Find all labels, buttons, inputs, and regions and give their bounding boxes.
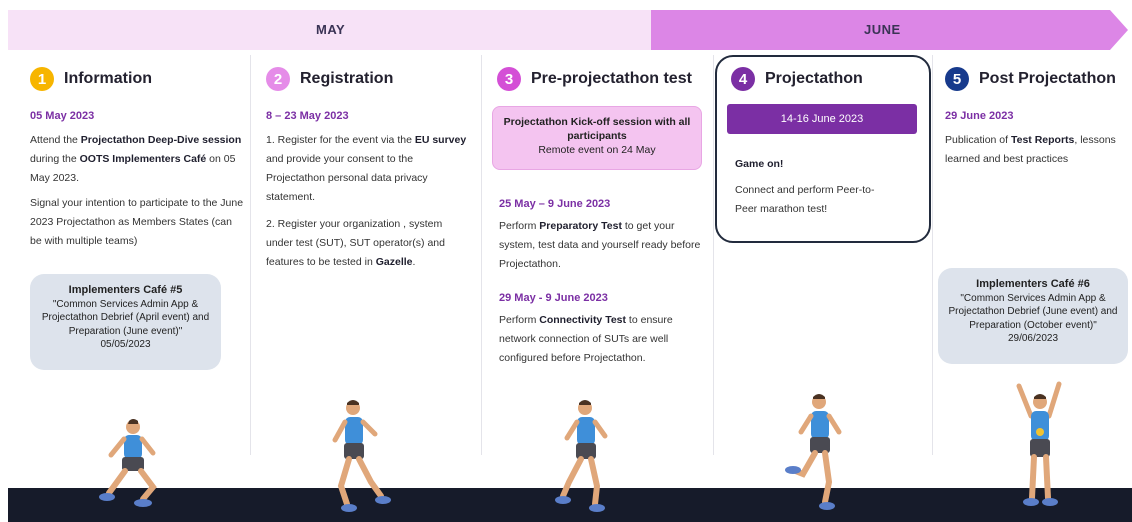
- step-paragraph: Signal your intention to participate to …: [30, 197, 244, 247]
- pre-projectathon-details: 25 May – 9 June 2023 Perform Preparatory…: [499, 198, 707, 368]
- step-projectathon: 4 Projectathon: [731, 60, 921, 98]
- runner-figure-kneeling: [99, 419, 157, 507]
- step-title: Pre-projectathon test: [531, 70, 692, 87]
- cafe-title: Implementers Café #6: [976, 278, 1090, 290]
- june-label: JUNE: [864, 22, 901, 37]
- step-registration: 2 Registration 8 – 23 May 2023 1. Regist…: [266, 60, 471, 272]
- step-number-badge: 1: [30, 67, 54, 91]
- step-paragraph: 1. Register for the event via the EU sur…: [266, 134, 467, 203]
- projectathon-date-bar: 14-16 June 2023: [727, 104, 917, 134]
- step-paragraph: 2. Register your organization , system u…: [266, 218, 445, 268]
- step-date: 29 May - 9 June 2023: [499, 292, 608, 304]
- timeline-arrow: [8, 10, 1128, 50]
- step-title: Projectathon: [765, 70, 863, 87]
- runner-figure-running: [332, 400, 391, 512]
- step-paragraph: Publication of Test Reports, lessons lea…: [945, 134, 1116, 165]
- step-paragraph: Perform Preparatory Test to get your sys…: [499, 220, 701, 270]
- implementers-cafe-card: Implementers Café #5 "Common Services Ad…: [30, 274, 221, 370]
- step-date: 05 May 2023: [30, 110, 95, 122]
- step-number-badge: 2: [266, 67, 290, 91]
- column-divider: [250, 55, 251, 455]
- step-date: 29 June 2023: [945, 110, 1014, 122]
- kickoff-subtitle: Remote event on 24 May: [538, 144, 656, 156]
- step-pre-projectathon: 3 Pre-projectathon test: [497, 60, 707, 98]
- step-paragraph: Perform Connectivity Test to ensure netw…: [499, 314, 673, 364]
- step-title: Information: [64, 70, 152, 87]
- column-divider: [713, 55, 714, 455]
- column-divider: [932, 55, 933, 455]
- cafe-date: 29/06/2023: [1007, 333, 1059, 344]
- step-paragraph: Attend the Projectathon Deep-Dive sessio…: [30, 134, 242, 184]
- step-date: 8 – 23 May 2023: [266, 110, 349, 122]
- step-title: Post Projectathon: [979, 70, 1116, 87]
- cafe-text: "Common Services Admin App & Projectatho…: [41, 298, 210, 337]
- step-number-badge: 5: [945, 67, 969, 91]
- runner-figure-running: [785, 394, 842, 510]
- runner-figure-celebrating: [1016, 381, 1062, 506]
- step-date: 25 May – 9 June 2023: [499, 198, 611, 210]
- step-paragraph: Connect and perform Peer-to-Peer maratho…: [735, 184, 875, 215]
- kickoff-title: Projectathon Kick-off session with all p…: [503, 116, 691, 142]
- step-number-badge: 4: [731, 67, 755, 91]
- step-number-badge: 3: [497, 67, 521, 91]
- column-divider: [481, 55, 482, 455]
- timeline-banner: MAY JUNE: [8, 10, 1128, 50]
- projectathon-details: Game on! Connect and perform Peer-to-Pee…: [735, 158, 915, 219]
- kickoff-session-card: Projectathon Kick-off session with all p…: [492, 106, 702, 170]
- implementers-cafe-card: Implementers Café #6 "Common Services Ad…: [938, 268, 1128, 364]
- may-label: MAY: [316, 22, 346, 37]
- step-post-projectathon: 5 Post Projectathon 29 June 2023 Publica…: [945, 60, 1130, 169]
- cafe-text: "Common Services Admin App & Projectatho…: [948, 292, 1118, 331]
- cafe-title: Implementers Café #5: [68, 284, 183, 296]
- step-information: 1 Information 05 May 2023 Attend the Pro…: [30, 60, 245, 251]
- runner-figure-running: [555, 400, 608, 512]
- cafe-date: 05/05/2023: [100, 339, 151, 350]
- step-title: Registration: [300, 70, 394, 87]
- game-on-heading: Game on!: [735, 158, 784, 170]
